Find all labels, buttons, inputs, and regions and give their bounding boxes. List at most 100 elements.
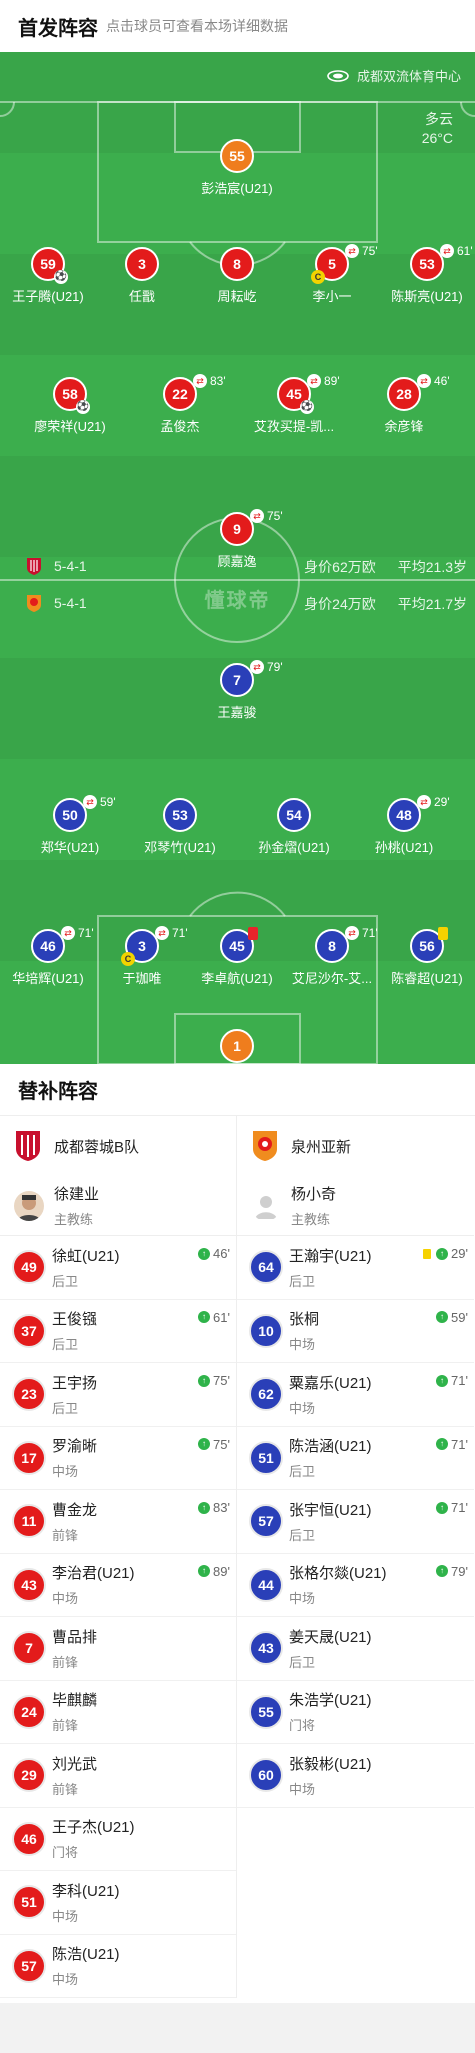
substitute-row[interactable]: 62 粟嘉乐(U21) 中场 ↑ 71' [237, 1363, 474, 1427]
substitute-row[interactable]: 37 王俊镪 后卫 ↑ 61' [0, 1300, 236, 1363]
sub-on-minute: 29' [451, 1246, 468, 1261]
away-team-header[interactable]: 泉州亚新 [237, 1116, 474, 1176]
substitute-row[interactable]: 60 张毅彬(U21) 中场 [237, 1744, 474, 1808]
substitute-number: 43 [12, 1567, 46, 1602]
goal-ball-icon: ⚽ [54, 270, 68, 284]
substitution-in-icon: ↑ [436, 1311, 449, 1323]
substitute-name: 王瀚宇(U21) [289, 1247, 372, 1265]
sub-minute: 89' [324, 374, 340, 388]
home-player[interactable]: 28 ⇄ 46' 余彦锋 [344, 374, 464, 435]
shirt-number: 46 ⇄ 71' [31, 926, 94, 963]
substitution-out-icon: ⇄ [193, 374, 207, 388]
substitute-row[interactable]: 43 姜天晟(U21) 后卫 [237, 1617, 474, 1681]
substitute-name: 刘光武 [52, 1755, 98, 1773]
home-player[interactable]: 55 彭浩宸(U21) [177, 139, 297, 197]
shirt-number: 55 [220, 139, 254, 173]
substitute-row[interactable]: 57 张宇恒(U21) 后卫 ↑ 71' [237, 1490, 474, 1554]
home-player[interactable]: 53 ⇄ 61' 陈斯亮(U21) [367, 244, 475, 305]
home-team-name: 成都蓉城B队 [54, 1138, 140, 1156]
sub-minute: 61' [457, 244, 473, 258]
substitute-row[interactable]: 44 张格尔燚(U21) 中场 ↑ 79' [237, 1554, 474, 1617]
substitute-row[interactable]: 57 陈浩(U21) 中场 [0, 1935, 236, 1998]
substitution-in-icon: ↑ [198, 1374, 211, 1387]
substitute-name: 朱浩学(U21) [289, 1692, 372, 1710]
player-name: 艾孜买提-凯... [253, 419, 335, 434]
substitute-row[interactable]: 17 罗渝晰 中场 ↑ 75' [0, 1427, 236, 1490]
player-name: 彭浩宸(U21) [201, 181, 273, 196]
substitute-row[interactable]: 51 李科(U21) 中场 [0, 1871, 236, 1935]
player-name: 邓琴竹(U21) [144, 840, 216, 855]
substitute-row[interactable]: 29 刘光武前锋 [0, 1744, 236, 1808]
sub-off-badge: ⇄ 61' [440, 244, 473, 258]
coach-avatar [14, 1190, 44, 1221]
watermark: 懂球帝 [204, 590, 271, 612]
substitution-out-icon: ⇄ [250, 660, 264, 674]
shirt-number: 45 ⇄ 89' ⚽ [277, 374, 340, 414]
player-name: 郑华(U21) [40, 840, 100, 855]
substitute-row[interactable]: 49 徐虹(U21) 后卫 ↑ 46' [0, 1236, 236, 1300]
substitute-row[interactable]: 11 曹金龙 前锋 ↑ 83' [0, 1490, 236, 1554]
home-team-header[interactable]: 成都蓉城B队 [0, 1116, 236, 1176]
substitute-row[interactable]: 55 朱浩学(U21) 门将 [237, 1681, 474, 1744]
home-player[interactable]: 58 ⚽ 廖荣祥(U21) [10, 377, 130, 435]
away-player[interactable]: 56 陈睿超(U21) [367, 927, 475, 987]
substitute-row[interactable]: 46 王子杰(U21) 门将 [0, 1808, 236, 1871]
away-team-badge-icon [27, 595, 41, 612]
substitute-number: 57 [12, 1948, 46, 1983]
substitute-row[interactable]: 10 张桐 中场 ↑ 59' [237, 1300, 474, 1363]
away-player[interactable]: 50 ⇄ 59' 郑华(U21) [10, 795, 130, 856]
substitution-in-icon: ↑ [198, 1438, 211, 1450]
substitute-row[interactable]: 64 王瀚宇(U21) 后卫 ↑ 29' [237, 1236, 474, 1300]
home-team-logo-icon [16, 1131, 40, 1161]
substitute-number: 29 [12, 1758, 46, 1793]
lineup-header: 首发阵容 点击球员可查看本场详细数据 [0, 0, 475, 52]
substitute-position: 后卫 [52, 1337, 79, 1353]
substitution-in-icon: ↑ [436, 1501, 449, 1514]
substitutes: 成都蓉城B队 徐建业 主教练 49 徐虹(U21) 后卫 ↑ 46' 37 王俊镪 后卫 ↑ 61… [0, 1116, 475, 1998]
substitution-out-icon: ⇄ [345, 926, 359, 940]
substitute-name: 张毅彬(U21) [289, 1755, 372, 1773]
home-player[interactable]: 22 ⇄ 83' 孟俊杰 [120, 374, 240, 435]
substitute-name: 曹金龙 [52, 1501, 98, 1519]
home-coach[interactable]: 徐建业 主教练 [0, 1176, 236, 1236]
substitute-position: 前锋 [52, 1781, 79, 1797]
substitute-row[interactable]: 24 毕麒麟 前锋 [0, 1681, 236, 1744]
shirt-number: 58 ⚽ [53, 377, 90, 414]
sub-minute: 59' [100, 795, 116, 809]
home-team-age: 平均21.3岁 [397, 559, 467, 575]
shirt-number: 7 ⇄ 79' [220, 660, 283, 697]
substitution-in-icon: ↑ [198, 1565, 211, 1577]
substitute-row[interactable]: 43 李治君(U21) 中场 ↑ 89' [0, 1554, 236, 1617]
shirt-number: 8 ⇄ 71' [315, 926, 378, 963]
shirt-number: 8 [220, 247, 254, 281]
substitution-out-icon: ⇄ [83, 795, 97, 809]
sub-on-minute: 75' [213, 1373, 230, 1388]
substitute-name: 姜天晟(U21) [289, 1628, 372, 1646]
away-coach[interactable]: 杨小奇 主教练 [237, 1176, 474, 1236]
away-player[interactable]: 1张福麟 [177, 1029, 297, 1064]
substitute-name: 陈浩(U21) [52, 1946, 120, 1964]
shirt-number: 1 [220, 1029, 254, 1063]
substitute-row[interactable]: 51 陈浩涵(U21) 后卫 ↑ 71' [237, 1427, 474, 1490]
home-player[interactable]: 45 ⇄ 89' ⚽ 艾孜买提-凯... [234, 374, 354, 435]
sub-on-time: ↑ 75' [198, 1373, 230, 1388]
substitution-in-icon: ↑ [436, 1247, 449, 1260]
away-player[interactable]: 53 邓琴竹(U21) [120, 798, 240, 856]
away-coach-name: 杨小奇 [291, 1186, 337, 1203]
substitute-name: 王宇扬 [52, 1374, 98, 1392]
away-player[interactable]: 48 ⇄ 29' 孙桃(U21) [344, 795, 464, 856]
sub-off-badge: ⇄ 29' [417, 795, 450, 809]
away-player[interactable]: 54 孙金熠(U21) [234, 798, 354, 856]
home-player[interactable]: 9 ⇄ 75' 顾嘉逸 [177, 509, 297, 570]
shirt-number: 53 ⇄ 61' [410, 244, 473, 281]
away-team-age: 平均21.7岁 [397, 596, 467, 612]
shirt-number: 53 [163, 798, 197, 832]
shirt-number: 54 [277, 798, 311, 832]
substitute-number: 43 [249, 1631, 283, 1666]
shirt-number: 56 [410, 927, 448, 963]
substitute-row[interactable]: 7 曹品排 前锋 [0, 1617, 236, 1681]
away-player[interactable]: 7 ⇄ 79' 王嘉骏 [177, 660, 297, 721]
substitute-row[interactable]: 23 王宇扬 后卫 ↑ 75' [0, 1363, 236, 1427]
venue: 成都双流体育中心 [327, 66, 461, 85]
away-team-logo-icon [253, 1131, 277, 1161]
